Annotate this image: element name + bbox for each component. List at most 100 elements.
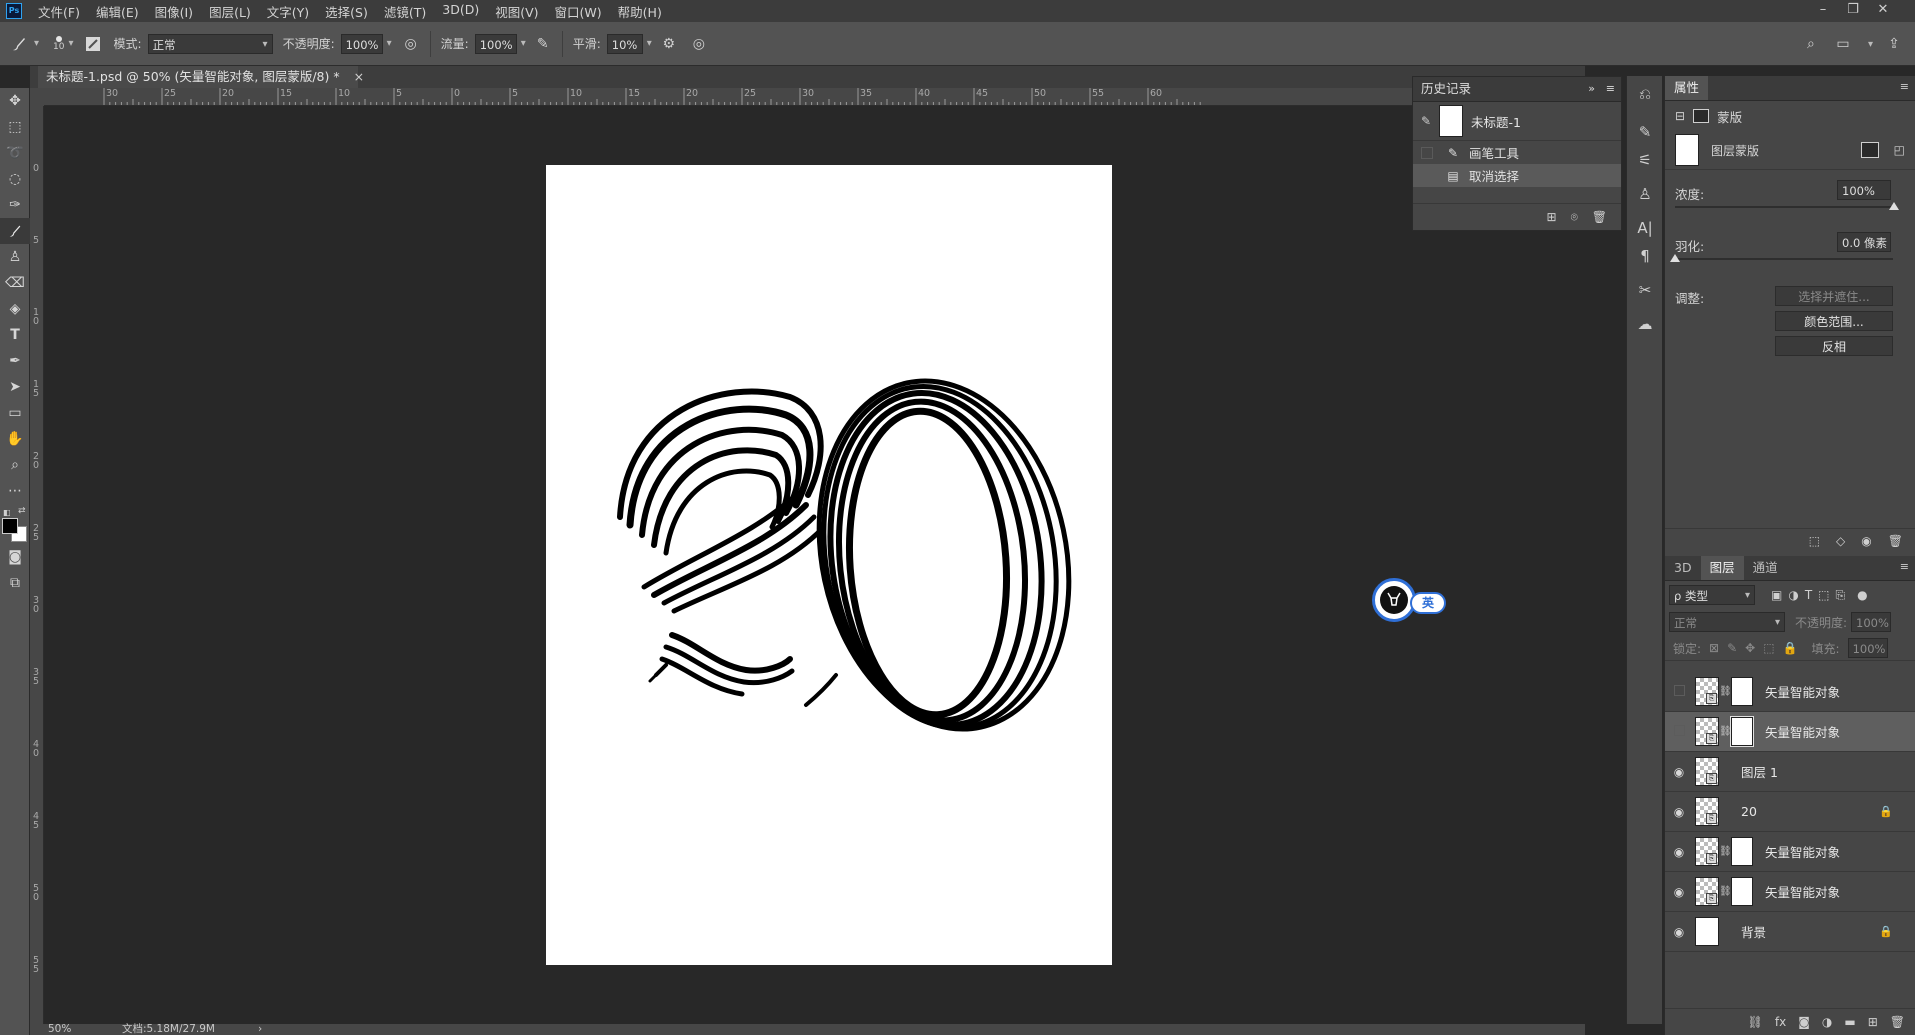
lock-pixels-icon[interactable]: ✎: [1727, 641, 1737, 655]
layer-mask-thumbnail[interactable]: [1730, 716, 1754, 747]
pressure-size-icon[interactable]: ◎: [688, 33, 710, 55]
density-slider[interactable]: [1675, 206, 1893, 208]
lock-artboard-icon[interactable]: ⬚: [1763, 641, 1774, 655]
opacity-chevron-icon[interactable]: ▾: [387, 38, 392, 49]
layer-mask-thumbnail[interactable]: [1731, 837, 1753, 866]
flow-chevron-icon[interactable]: ▾: [521, 38, 526, 49]
feather-slider-knob[interactable]: [1670, 254, 1680, 262]
eye-icon[interactable]: ◉: [1667, 765, 1691, 779]
panel-menu-icon[interactable]: ≡: [1900, 80, 1909, 93]
history-brush-source-icon[interactable]: ✎: [1413, 114, 1439, 128]
eyedropper-tool-icon[interactable]: ✑: [0, 192, 30, 218]
link-layers-icon[interactable]: ⛓: [1748, 1015, 1763, 1029]
color-range-button[interactable]: 颜色范围...: [1775, 311, 1893, 331]
eye-icon[interactable]: ◉: [1861, 534, 1871, 548]
adjustment-layer-icon[interactable]: ◑: [1822, 1015, 1832, 1029]
zoom-level[interactable]: 50%: [48, 1024, 71, 1035]
select-and-mask-button[interactable]: 选择并遮住...: [1775, 286, 1893, 306]
density-input[interactable]: 100%: [1837, 180, 1891, 200]
type-tool-icon[interactable]: T: [0, 322, 30, 348]
flow-input[interactable]: 100%: [474, 33, 517, 54]
lock-position-icon[interactable]: ✥: [1745, 641, 1755, 655]
menu-item-7[interactable]: 3D(D): [434, 2, 487, 21]
layer-mask-thumbnail[interactable]: [1731, 877, 1753, 906]
menu-item-6[interactable]: 滤镜(T): [376, 2, 434, 21]
ime-widget[interactable]: 英: [1372, 578, 1452, 626]
eye-icon[interactable]: ◉: [1667, 925, 1691, 939]
menu-item-5[interactable]: 选择(S): [317, 2, 376, 21]
menu-item-8[interactable]: 视图(V): [487, 2, 546, 21]
clone-source-icon[interactable]: ♙: [1627, 180, 1663, 208]
layers-tab-2[interactable]: 通道: [1744, 556, 1787, 580]
menu-item-2[interactable]: 图像(I): [147, 2, 201, 21]
lasso-tool-icon[interactable]: ➰: [0, 140, 30, 166]
panel-menu-icon[interactable]: ≡: [1606, 77, 1615, 101]
menu-item-1[interactable]: 编辑(E): [88, 2, 147, 21]
add-mask-icon[interactable]: ◙: [1798, 1015, 1810, 1029]
brush-preset-picker[interactable]: 10: [53, 35, 64, 52]
layer-filter-select[interactable]: ρ 类型 ▾: [1669, 585, 1755, 605]
smoothing-chevron-icon[interactable]: ▾: [647, 38, 652, 49]
history-item[interactable]: ▤ 取消选择: [1413, 164, 1621, 187]
quick-mask-icon[interactable]: ◙: [0, 544, 30, 570]
brush-tool-icon[interactable]: [0, 218, 30, 244]
libraries-icon[interactable]: ☁: [1627, 310, 1663, 338]
history-source-checkbox[interactable]: [1421, 146, 1433, 159]
layer-row[interactable]: ⎘ ⛓ 矢量智能对象: [1665, 672, 1915, 712]
screen-mode-icon[interactable]: ⧉: [0, 570, 30, 596]
layer-mask-thumbnail[interactable]: [1731, 677, 1753, 706]
photoshop-logo-icon[interactable]: Ps: [6, 3, 22, 19]
paragraph-panel-icon[interactable]: ¶: [1627, 242, 1663, 270]
layer-opacity-input[interactable]: 100%: [1851, 612, 1892, 632]
fill-input[interactable]: 100%: [1847, 638, 1888, 658]
mask-link-icon[interactable]: ⛓: [1719, 686, 1732, 697]
apply-mask-icon[interactable]: ◇: [1836, 534, 1845, 548]
layer-properties-icon[interactable]: ⊟: [1675, 109, 1685, 123]
history-source-checkbox[interactable]: [1421, 169, 1433, 182]
menu-item-3[interactable]: 图层(L): [201, 2, 259, 21]
pen-tool-icon[interactable]: ✒: [0, 348, 30, 374]
layers-tab-0[interactable]: 3D: [1665, 556, 1701, 580]
minimize-icon[interactable]: –: [1808, 0, 1838, 22]
load-selection-icon[interactable]: ⬚: [1809, 534, 1820, 548]
share-icon[interactable]: ⇪: [1883, 33, 1905, 55]
trash-icon[interactable]: 🗑: [1592, 210, 1607, 224]
layer-row[interactable]: ◉ ⎘ 图层 1: [1665, 752, 1915, 792]
character-panel-icon[interactable]: A|: [1627, 214, 1663, 242]
blend-mode-select[interactable]: 正常 ▾: [1669, 612, 1785, 632]
layers-tab-1[interactable]: 图层: [1700, 556, 1744, 580]
density-slider-knob[interactable]: [1889, 202, 1899, 210]
menu-item-10[interactable]: 帮助(H): [610, 2, 670, 21]
default-colors-icon[interactable]: ◧: [3, 508, 11, 517]
restore-icon[interactable]: ❐: [1838, 0, 1868, 22]
filter-adjustment-icon[interactable]: ◑: [1788, 588, 1798, 602]
properties-tab[interactable]: 属性: [1665, 76, 1709, 100]
feather-slider[interactable]: [1675, 258, 1893, 260]
pressure-opacity-icon[interactable]: ◎: [400, 33, 422, 55]
opacity-input[interactable]: 100%: [340, 33, 383, 54]
eye-icon[interactable]: ◉: [1667, 845, 1691, 859]
filter-toggle-icon[interactable]: ●: [1857, 588, 1867, 602]
eye-icon[interactable]: [1667, 724, 1691, 739]
lock-transparent-icon[interactable]: ⊠: [1709, 641, 1719, 655]
panel-menu-icon[interactable]: ≡: [1900, 560, 1909, 573]
pixel-mask-button[interactable]: [1861, 142, 1879, 158]
mask-link-icon[interactable]: ⛓: [1719, 886, 1732, 897]
brush-picker-chevron-icon[interactable]: ▾: [68, 38, 73, 49]
gear-icon[interactable]: ⚙: [658, 33, 680, 55]
new-layer-icon[interactable]: ⊞: [1868, 1015, 1878, 1029]
eye-icon[interactable]: ◉: [1667, 805, 1691, 819]
eye-icon[interactable]: ◉: [1667, 885, 1691, 899]
history-panel-title[interactable]: 历史记录: [1421, 81, 1471, 96]
brush-settings-panel-icon[interactable]: [82, 33, 104, 55]
layer-row[interactable]: ⎘ ⛓ 矢量智能对象: [1665, 712, 1915, 752]
invert-button[interactable]: 反相: [1775, 336, 1893, 356]
stamp-tool-icon[interactable]: ♙: [0, 244, 30, 270]
filter-pixel-icon[interactable]: ▣: [1771, 588, 1782, 602]
paint-bucket-tool-icon[interactable]: ◈: [0, 296, 30, 322]
menu-item-9[interactable]: 窗口(W): [547, 2, 610, 21]
brush-settings-icon[interactable]: ⚟: [1627, 146, 1663, 174]
filter-type-icon[interactable]: T: [1805, 588, 1812, 602]
ime-language-badge[interactable]: 英: [1410, 592, 1446, 614]
collapse-panel-icon[interactable]: »: [1588, 77, 1595, 101]
